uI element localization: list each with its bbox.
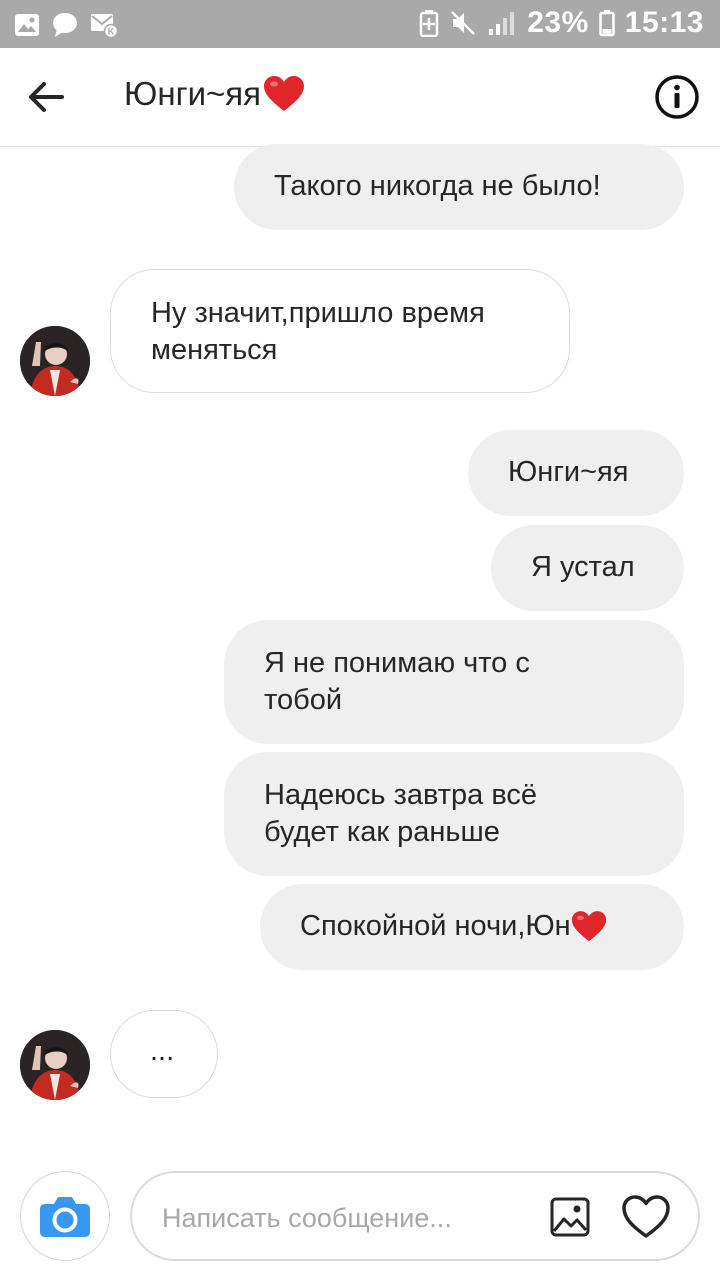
message-bubble-sent[interactable]: Я не понимаю что с тобой xyxy=(224,620,684,744)
message-input[interactable] xyxy=(160,1197,544,1239)
like-button[interactable] xyxy=(622,1195,670,1239)
camera-icon xyxy=(40,1197,90,1237)
arrow-left-icon xyxy=(29,82,64,112)
battery-saver-icon xyxy=(419,10,439,37)
info-button[interactable] xyxy=(654,74,700,120)
camera-button[interactable] xyxy=(20,1171,110,1261)
message-bubble-received[interactable]: Ну значит,пришло время меняться xyxy=(110,269,570,393)
chat-header: Юнги~яя xyxy=(0,48,720,147)
heart-icon xyxy=(571,911,606,942)
clock: 15:13 xyxy=(624,6,704,39)
back-button[interactable] xyxy=(22,74,72,120)
message-bubble-sent[interactable]: Юнги~яя xyxy=(468,430,684,516)
message-bubble-received[interactable]: ... xyxy=(110,1010,218,1098)
message-text: ... xyxy=(150,1035,175,1067)
contact-avatar-image xyxy=(20,326,90,396)
message-text: Спокойной ночи,Юн xyxy=(300,910,571,942)
message-text: Юнги~яя xyxy=(508,456,629,488)
message-composer xyxy=(130,1171,700,1261)
message-bubble-sent[interactable]: Такого никогда не было! xyxy=(234,144,684,230)
signal-icon xyxy=(489,12,515,35)
heart-icon xyxy=(264,76,305,111)
mute-icon xyxy=(451,11,476,35)
status-bar: K 23% 15:13 xyxy=(0,0,720,48)
avatar[interactable] xyxy=(20,326,90,396)
gallery-icon xyxy=(15,14,39,36)
svg-text:K: K xyxy=(108,27,115,37)
battery-percent: 23% xyxy=(527,6,589,39)
image-icon xyxy=(550,1197,590,1237)
message-text: Такого никогда не было! xyxy=(274,170,601,202)
message-text-line: Ну значит,пришло время xyxy=(151,297,485,329)
message-text-line: будет как раньше xyxy=(264,816,500,848)
gallery-button[interactable] xyxy=(550,1197,590,1237)
chat-title[interactable]: Юнги~яя xyxy=(124,75,305,113)
message-text: Я устал xyxy=(531,551,635,583)
heart-outline-icon xyxy=(622,1195,670,1238)
message-bubble-sent[interactable]: Надеюсь завтра всё будет как раньше xyxy=(224,752,684,876)
message-bubble-sent[interactable]: Я устал xyxy=(491,525,684,611)
message-text-line: Я не понимаю что с xyxy=(264,647,530,679)
vk-mail-icon: K xyxy=(91,14,118,38)
message-bubble-sent[interactable]: Спокойной ночи,Юн xyxy=(260,884,684,970)
message-text-line: тобой xyxy=(264,684,343,716)
message-text-line: меняться xyxy=(151,334,278,366)
contact-avatar-image xyxy=(20,1030,90,1100)
chat-bubble-icon xyxy=(53,13,77,37)
battery-icon xyxy=(599,10,615,37)
chat-title-text: Юнги~яя xyxy=(124,75,262,112)
message-text-line: Надеюсь завтра всё xyxy=(264,779,538,811)
avatar[interactable] xyxy=(20,1030,90,1100)
info-icon xyxy=(655,75,699,119)
